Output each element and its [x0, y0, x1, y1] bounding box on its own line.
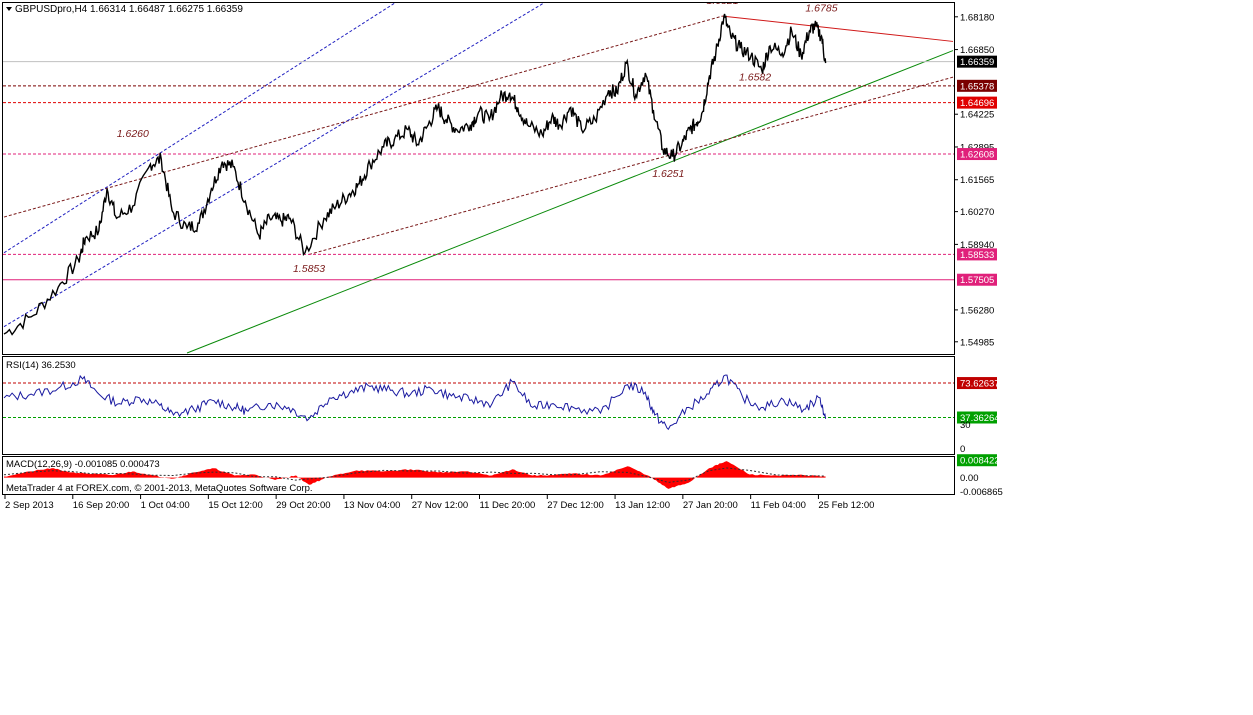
price-layer: 1.6821 1.6785 1.6582 1.6260 1.6251 1.5853	[3, 0, 954, 354]
rsi-label: RSI(14) 36.2530	[6, 360, 76, 371]
level-tag-4: 1.57505	[960, 275, 994, 286]
x-tick-label-8: 27 Dec 12:00	[547, 500, 604, 511]
current-price-tag: 1.66359	[960, 57, 994, 68]
x-tick-label-0: 2 Sep 2013	[5, 500, 54, 511]
level-tag-0: 1.65378	[960, 81, 994, 92]
macd-tick-label-1: 0.00	[960, 473, 979, 484]
x-tick-label-5: 13 Nov 04:00	[344, 500, 401, 511]
ohlc-label: 1.66314 1.66487 1.66275 1.66359	[90, 4, 243, 15]
annotation-4: 1.6251	[652, 168, 684, 180]
annotation-1: 1.6785	[805, 2, 837, 14]
level-tag-2: 1.62608	[960, 150, 994, 161]
x-tick-label-10: 27 Jan 20:00	[683, 500, 738, 511]
rsi-tick-label-1: 0	[960, 444, 965, 455]
price-tick-label-5: 1.60270	[960, 207, 994, 218]
metatrader-chart[interactable]: 1.6821 1.6785 1.6582 1.6260 1.6251 1.5853 1.6…	[0, 0, 1253, 710]
rsi-pane-frame	[2, 356, 955, 455]
annotation-0: 1.6821	[706, 0, 738, 7]
axis-layer: 1.681801.668501.642251.628951.615651.602…	[4, 12, 1003, 511]
price-tick-label-7: 1.56280	[960, 305, 994, 316]
x-tick-label-2: 1 Oct 04:00	[141, 500, 190, 511]
annotation-5: 1.5853	[293, 263, 325, 275]
x-tick-label-3: 15 Oct 12:00	[208, 500, 262, 511]
x-tick-label-1: 16 Sep 20:00	[73, 500, 130, 511]
rsi-layer	[3, 374, 954, 431]
x-tick-label-9: 13 Jan 12:00	[615, 500, 670, 511]
price-tick-label-1: 1.66850	[960, 45, 994, 56]
watermark: MetaTrader 4 at FOREX.com, © 2001-2013, …	[6, 483, 313, 494]
price-tick-label-2: 1.64225	[960, 110, 994, 121]
x-tick-label-4: 29 Oct 20:00	[276, 500, 330, 511]
price-pane-frame	[2, 2, 955, 355]
rsi-tick-label-0: 30	[960, 420, 971, 431]
macd-tick-label-2: -0.006865	[960, 487, 1003, 498]
symbol-label: GBPUSDpro,H4	[15, 4, 88, 15]
price-tick-label-8: 1.54985	[960, 337, 994, 348]
trendline-2	[3, 15, 723, 218]
rsi-level-tag-0: 73.62637	[960, 379, 1000, 390]
x-tick-label-12: 25 Feb 12:00	[818, 500, 874, 511]
price-tick-label-4: 1.61565	[960, 175, 994, 186]
annotation-2: 1.6582	[739, 71, 771, 83]
trendline-3	[308, 76, 954, 255]
macd-label: MACD(12,26,9) -0.001085 0.000473	[6, 459, 160, 470]
trendline-1	[186, 50, 954, 354]
price-tick-label-0: 1.68180	[960, 12, 994, 23]
chart-window[interactable]: 1.6821 1.6785 1.6582 1.6260 1.6251 1.5853 1.6…	[0, 0, 1253, 710]
level-tag-3: 1.58533	[960, 250, 994, 261]
x-tick-label-11: 11 Feb 04:00	[751, 500, 806, 511]
level-tag-1: 1.64696	[960, 98, 994, 109]
x-tick-label-7: 11 Dec 20:00	[480, 500, 536, 511]
x-tick-label-6: 27 Nov 12:00	[412, 500, 469, 511]
annotation-3: 1.6260	[117, 128, 149, 140]
trendline-5	[3, 3, 545, 328]
chart-menu-icon[interactable]	[6, 7, 12, 11]
macd-tick-label-0: 0.008422	[960, 456, 1000, 467]
trendline-0	[722, 15, 954, 42]
